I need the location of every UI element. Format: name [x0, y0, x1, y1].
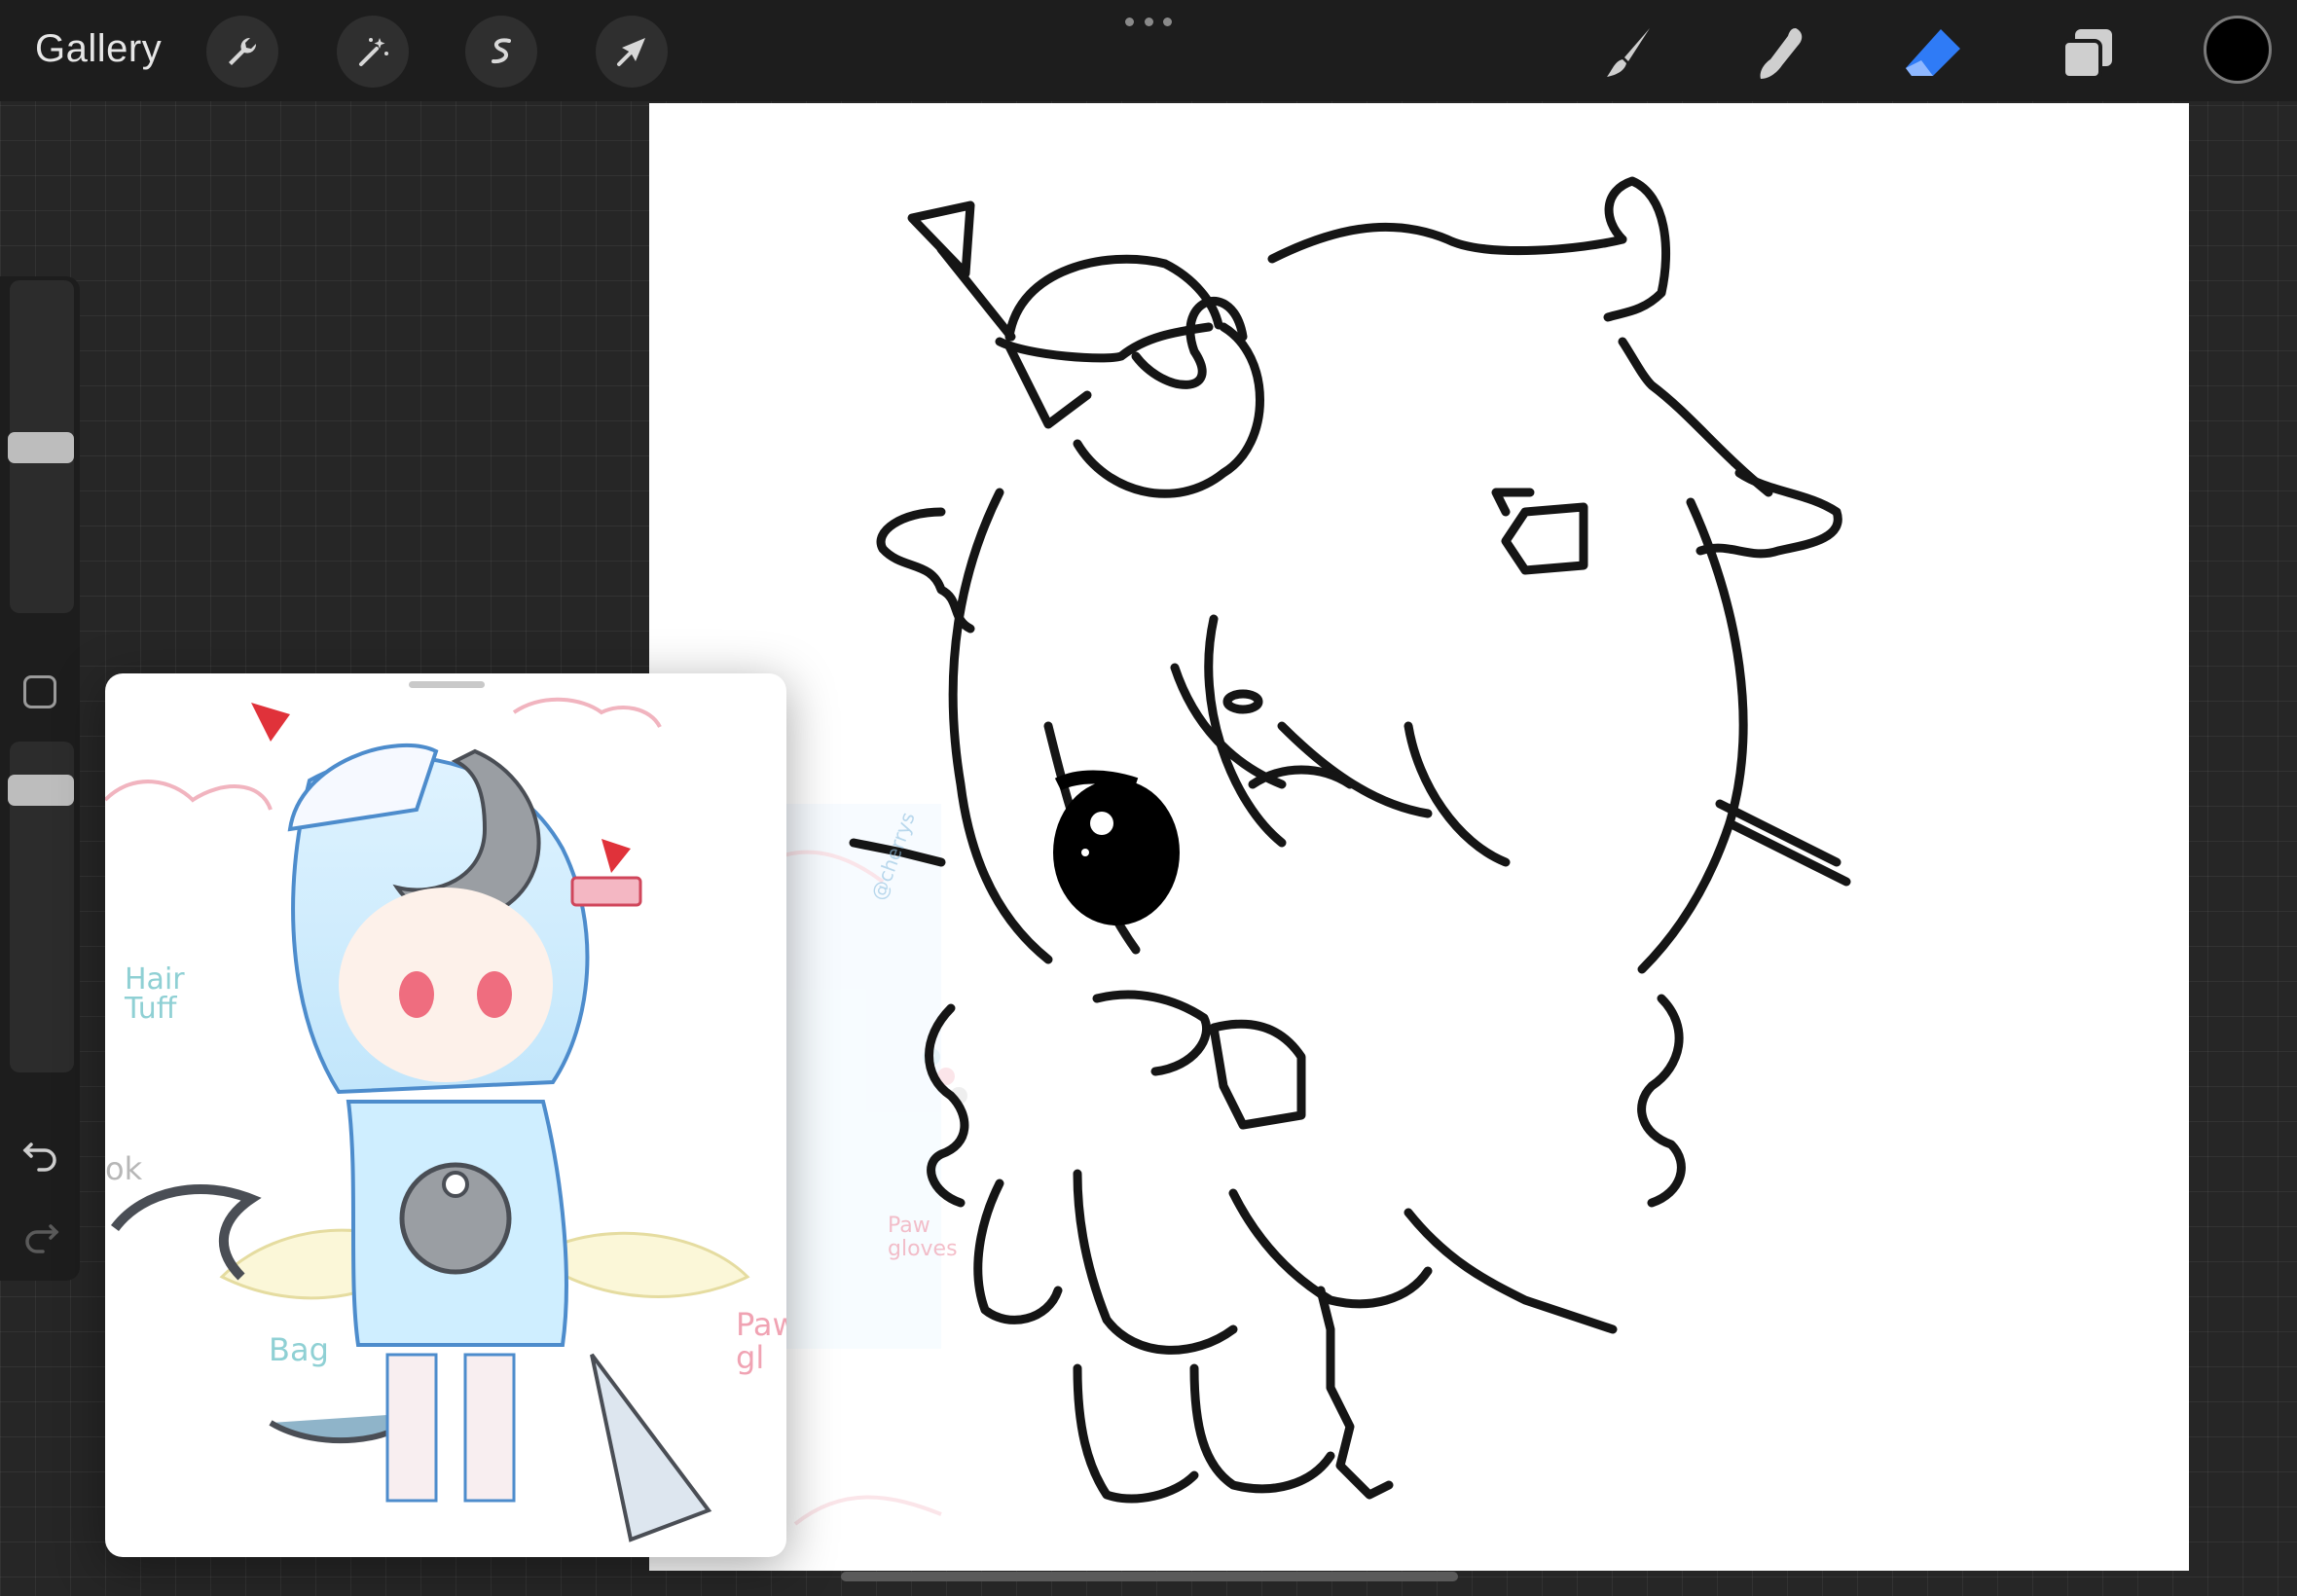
undo-icon[interactable] [19, 1131, 62, 1174]
drag-handle-dots[interactable] [1125, 18, 1172, 27]
redo-icon[interactable] [19, 1213, 62, 1255]
modify-square-icon[interactable] [23, 675, 56, 708]
selection-button[interactable] [465, 16, 537, 88]
layers-icon [2061, 29, 2112, 80]
annotation-paw-gloves-partial: Paw gl [736, 1306, 786, 1376]
eraser-tool-button[interactable] [1900, 19, 1968, 88]
brush-size-knob[interactable] [8, 432, 74, 463]
gallery-button[interactable]: Gallery [35, 27, 162, 71]
annotation-bag: Bag [269, 1331, 329, 1368]
opacity-knob[interactable] [8, 775, 74, 806]
adjustments-button[interactable] [337, 16, 409, 88]
smudge-tool-button[interactable] [1746, 19, 1814, 88]
lineart-drawing [756, 176, 1851, 1526]
reference-drag-handle[interactable] [409, 681, 485, 688]
reference-window[interactable]: Hair Tuff Bag Paw gl ok [105, 673, 786, 1557]
brush-tool-button[interactable] [1592, 19, 1660, 88]
selection-icon [492, 38, 511, 64]
transform-button[interactable] [596, 16, 668, 88]
left-sidebar [0, 276, 80, 1281]
reference-image [105, 697, 750, 1542]
eye-fill [1053, 780, 1180, 925]
drawing-canvas[interactable] [649, 103, 2189, 1571]
wrench-icon [229, 37, 257, 65]
canvas-scrollbar[interactable] [841, 1572, 1458, 1581]
actions-wrench-button[interactable] [206, 16, 278, 88]
annotation-hair-tuft: Hair Tuff [125, 962, 185, 1026]
brush-icon [1607, 28, 1650, 77]
layers-button[interactable] [2054, 19, 2122, 88]
magic-wand-icon [359, 38, 388, 66]
smudge-icon [1760, 28, 1803, 79]
eraser-icon [1906, 29, 1960, 76]
annotation-cropped: ok [105, 1150, 143, 1187]
color-picker-button[interactable] [2204, 16, 2272, 84]
transform-arrow-icon [617, 38, 645, 66]
ghost-annotation-paw-gloves: Paw gloves [888, 1214, 958, 1261]
top-toolbar: Gallery [0, 0, 2297, 101]
